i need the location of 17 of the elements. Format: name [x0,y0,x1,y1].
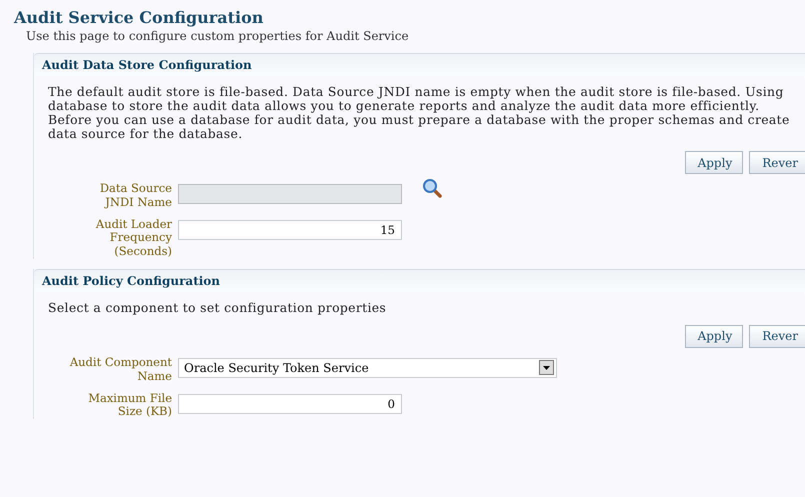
field-label: Maximum File Size (KB) [87,392,172,420]
apply-button[interactable]: Apply [684,151,744,174]
field-label: Data Source JNDI Name [98,182,172,210]
field-label: Audit Component Name [68,356,172,384]
component-dropdown[interactable]: Oracle Security Token Service [178,358,557,378]
field-label: Audit Loader Frequency (Seconds) [94,218,172,259]
revert-button[interactable]: Rever [749,324,805,348]
section-title: Audit Policy Configuration [42,274,220,288]
section-description: The default audit store is file-based. Data Source JNDI name is empty when the audit store is file-based. Using database to store the audit data allows you to generate reports and analyze the audit data more efficiently. Before you can use a database for audit data, you must prepare a database with the proper schemas and create data source for the database. [48,85,791,141]
page-title: Audit Service Configuration [14,8,264,27]
section-title: Audit Data Store Configuration [42,58,252,72]
page-description: Use this page to configure custom properties for Audit Service [26,29,410,43]
input-field[interactable]: 0 [178,394,402,414]
input-field[interactable]: 15 [178,220,402,240]
apply-button[interactable]: Apply [684,324,744,348]
revert-button[interactable]: Rever [749,151,805,174]
section-description: Select a component to set configuration properties [48,300,388,315]
